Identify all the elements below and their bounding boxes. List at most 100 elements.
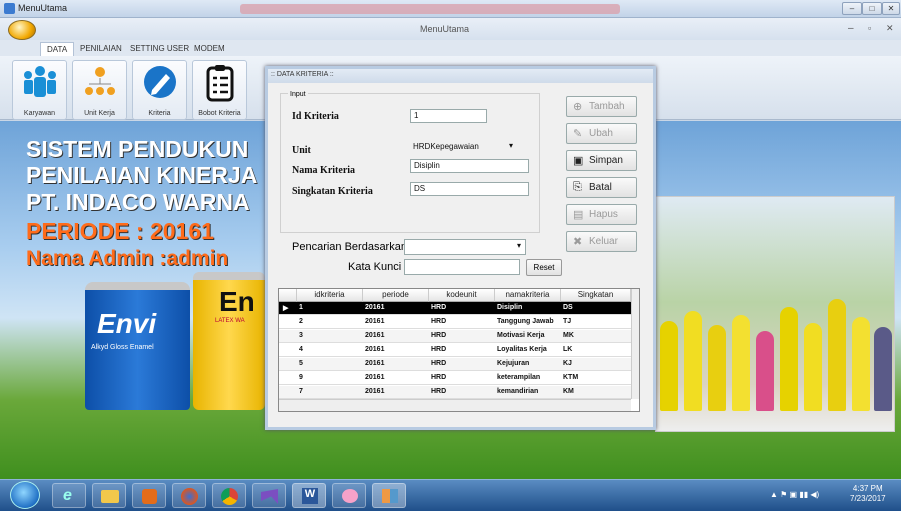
nama-kriteria-input[interactable]: Disiplin: [410, 159, 529, 173]
hapus-button[interactable]: ▤ Hapus: [566, 204, 637, 225]
word-icon[interactable]: W: [292, 483, 326, 508]
table-row[interactable]: 3 20161 HRD Motivasi Kerja MK: [279, 330, 631, 343]
table-row[interactable]: 7 20161 HRD kemandirian KM: [279, 386, 631, 399]
search-by-select[interactable]: ▾: [404, 239, 526, 255]
table-cell: 7: [299, 388, 303, 395]
visual-studio-icon[interactable]: [252, 483, 286, 508]
table-cell: HRD: [431, 332, 447, 339]
table-row[interactable]: 4 20161 HRD Loyalitas Kerja LK: [279, 344, 631, 357]
table-cell: 1: [299, 304, 303, 311]
can1-sub: Alkyd Gloss Enamel: [91, 344, 154, 351]
x-icon: ✖: [573, 236, 583, 248]
tab-penilaian[interactable]: PENILAIAN: [74, 42, 128, 56]
table-cell: HRD: [431, 346, 447, 353]
grid-col-idkriteria[interactable]: idkriteria: [297, 289, 363, 302]
dialog-title: :: DATA KRITERIA ::: [268, 69, 653, 83]
ie-icon[interactable]: e: [52, 483, 86, 508]
banner-admin: Nama Admin :admin: [26, 247, 229, 270]
paint-icon[interactable]: [332, 483, 366, 508]
table-cell: Loyalitas Kerja: [497, 346, 547, 353]
unit-select[interactable]: HRDKepegawaian ▾: [410, 141, 517, 155]
karyawan-button[interactable]: Karyawan: [12, 60, 67, 120]
minimize-icon[interactable]: –: [842, 2, 862, 15]
tambah-button[interactable]: ⊕ Tambah: [566, 96, 637, 117]
banner-line-2: PENILAIAN KINERJA: [26, 162, 258, 188]
grid-vertical-scrollbar[interactable]: [631, 289, 639, 399]
table-cell: HRD: [431, 304, 447, 311]
outer-titlebar: MenuUtama – □ ✕: [0, 0, 901, 18]
batal-button[interactable]: ⎘ Batal: [566, 177, 637, 198]
clipboard-icon: [206, 65, 234, 102]
app-window-icon[interactable]: [372, 483, 406, 508]
unit-label: Unit: [292, 145, 311, 156]
tab-data[interactable]: DATA: [40, 42, 75, 56]
simpan-button[interactable]: ▣ Simpan: [566, 150, 637, 171]
bobot-kriteria-label: Bobot Kriteria: [198, 110, 241, 117]
app-orb-button[interactable]: [8, 20, 36, 40]
clock[interactable]: 4:37 PM 7/23/2017: [850, 484, 886, 504]
ubah-button[interactable]: ✎ Ubah: [566, 123, 637, 144]
table-cell: DS: [563, 304, 573, 311]
blurred-title: [240, 4, 620, 14]
id-kriteria-input[interactable]: 1: [410, 109, 487, 123]
table-cell: KM: [563, 388, 574, 395]
reset-button[interactable]: Reset: [526, 259, 562, 276]
can2-brand: En: [219, 286, 255, 317]
table-cell: 20161: [365, 304, 385, 311]
table-cell: HRD: [431, 318, 447, 325]
row-indicator: ▶: [283, 305, 289, 312]
table-cell: MK: [563, 332, 574, 339]
table-row[interactable]: 2 20161 HRD Tanggung Jawab TJ: [279, 316, 631, 329]
table-cell: Motivasi Kerja: [497, 332, 545, 339]
grid-col-kodeunit[interactable]: kodeunit: [429, 289, 495, 302]
firefox-icon[interactable]: [172, 483, 206, 508]
tab-modem[interactable]: MODEM: [188, 42, 231, 56]
can2-sub: LATEX WA: [215, 318, 245, 324]
nama-kriteria-label: Nama Kriteria: [292, 165, 356, 176]
batal-label: Batal: [589, 182, 612, 193]
inner-titlebar: MenuUtama – ▫ ✕: [0, 18, 901, 40]
unit-kerja-button[interactable]: Unit Kerja: [72, 60, 127, 120]
unit-kerja-label: Unit Kerja: [84, 110, 115, 117]
bobot-kriteria-button[interactable]: Bobot Kriteria: [192, 60, 247, 120]
system-tray[interactable]: ▲ ⚑ ▣ ▮▮ ◀): [770, 490, 819, 499]
maximize-icon[interactable]: □: [862, 2, 882, 15]
table-cell: 9: [299, 374, 303, 381]
media-player-icon[interactable]: [132, 483, 166, 508]
chrome-icon[interactable]: [212, 483, 246, 508]
keluar-button[interactable]: ✖ Keluar: [566, 231, 637, 252]
table-row[interactable]: 9 20161 HRD keterampilan KTM: [279, 372, 631, 385]
inner-minimize-icon[interactable]: –: [848, 23, 854, 34]
table-cell: KTM: [563, 374, 579, 381]
singkatan-kriteria-input[interactable]: DS: [410, 182, 529, 196]
table-cell: 20161: [365, 346, 385, 353]
table-cell: HRD: [431, 360, 447, 367]
kriteria-button[interactable]: Kriteria: [132, 60, 187, 120]
tambah-label: Tambah: [589, 101, 625, 112]
table-row[interactable]: 5 20161 HRD Kejujuran KJ: [279, 358, 631, 371]
kriteria-label: Kriteria: [148, 110, 171, 117]
banner-line-3: PT. INDACO WARNA: [26, 189, 250, 215]
grid-col-namakriteria[interactable]: namakriteria: [495, 289, 561, 302]
data-kriteria-dialog: :: DATA KRITERIA :: Input Id Kriteria 1 …: [265, 66, 656, 430]
grid-col-periode[interactable]: periode: [363, 289, 429, 302]
table-cell: 5: [299, 360, 303, 367]
kriteria-grid[interactable]: idkriteria periode kodeunit namakriteria…: [278, 288, 640, 412]
folder-icon[interactable]: [92, 483, 126, 508]
grid-col-singkatan[interactable]: Singkatan: [561, 289, 631, 302]
app-icon: [4, 3, 15, 14]
grid-horizontal-scrollbar[interactable]: [279, 399, 631, 411]
close-icon[interactable]: ✕: [882, 2, 900, 15]
keluar-label: Keluar: [589, 236, 618, 247]
inner-restore-icon[interactable]: ▫: [868, 23, 871, 33]
table-cell: keterampilan: [497, 374, 541, 381]
table-cell: HRD: [431, 374, 447, 381]
tab-setting-user[interactable]: SETTING USER: [124, 42, 195, 56]
table-cell: LK: [563, 346, 573, 353]
inner-close-icon[interactable]: ✕: [886, 23, 894, 34]
keyword-input[interactable]: [404, 259, 520, 275]
table-row[interactable]: ▶ 1 20161 HRD Disiplin DS: [279, 302, 631, 315]
start-button[interactable]: [10, 481, 40, 509]
clock-time: 4:37 PM: [852, 484, 883, 493]
id-kriteria-label: Id Kriteria: [292, 111, 339, 122]
